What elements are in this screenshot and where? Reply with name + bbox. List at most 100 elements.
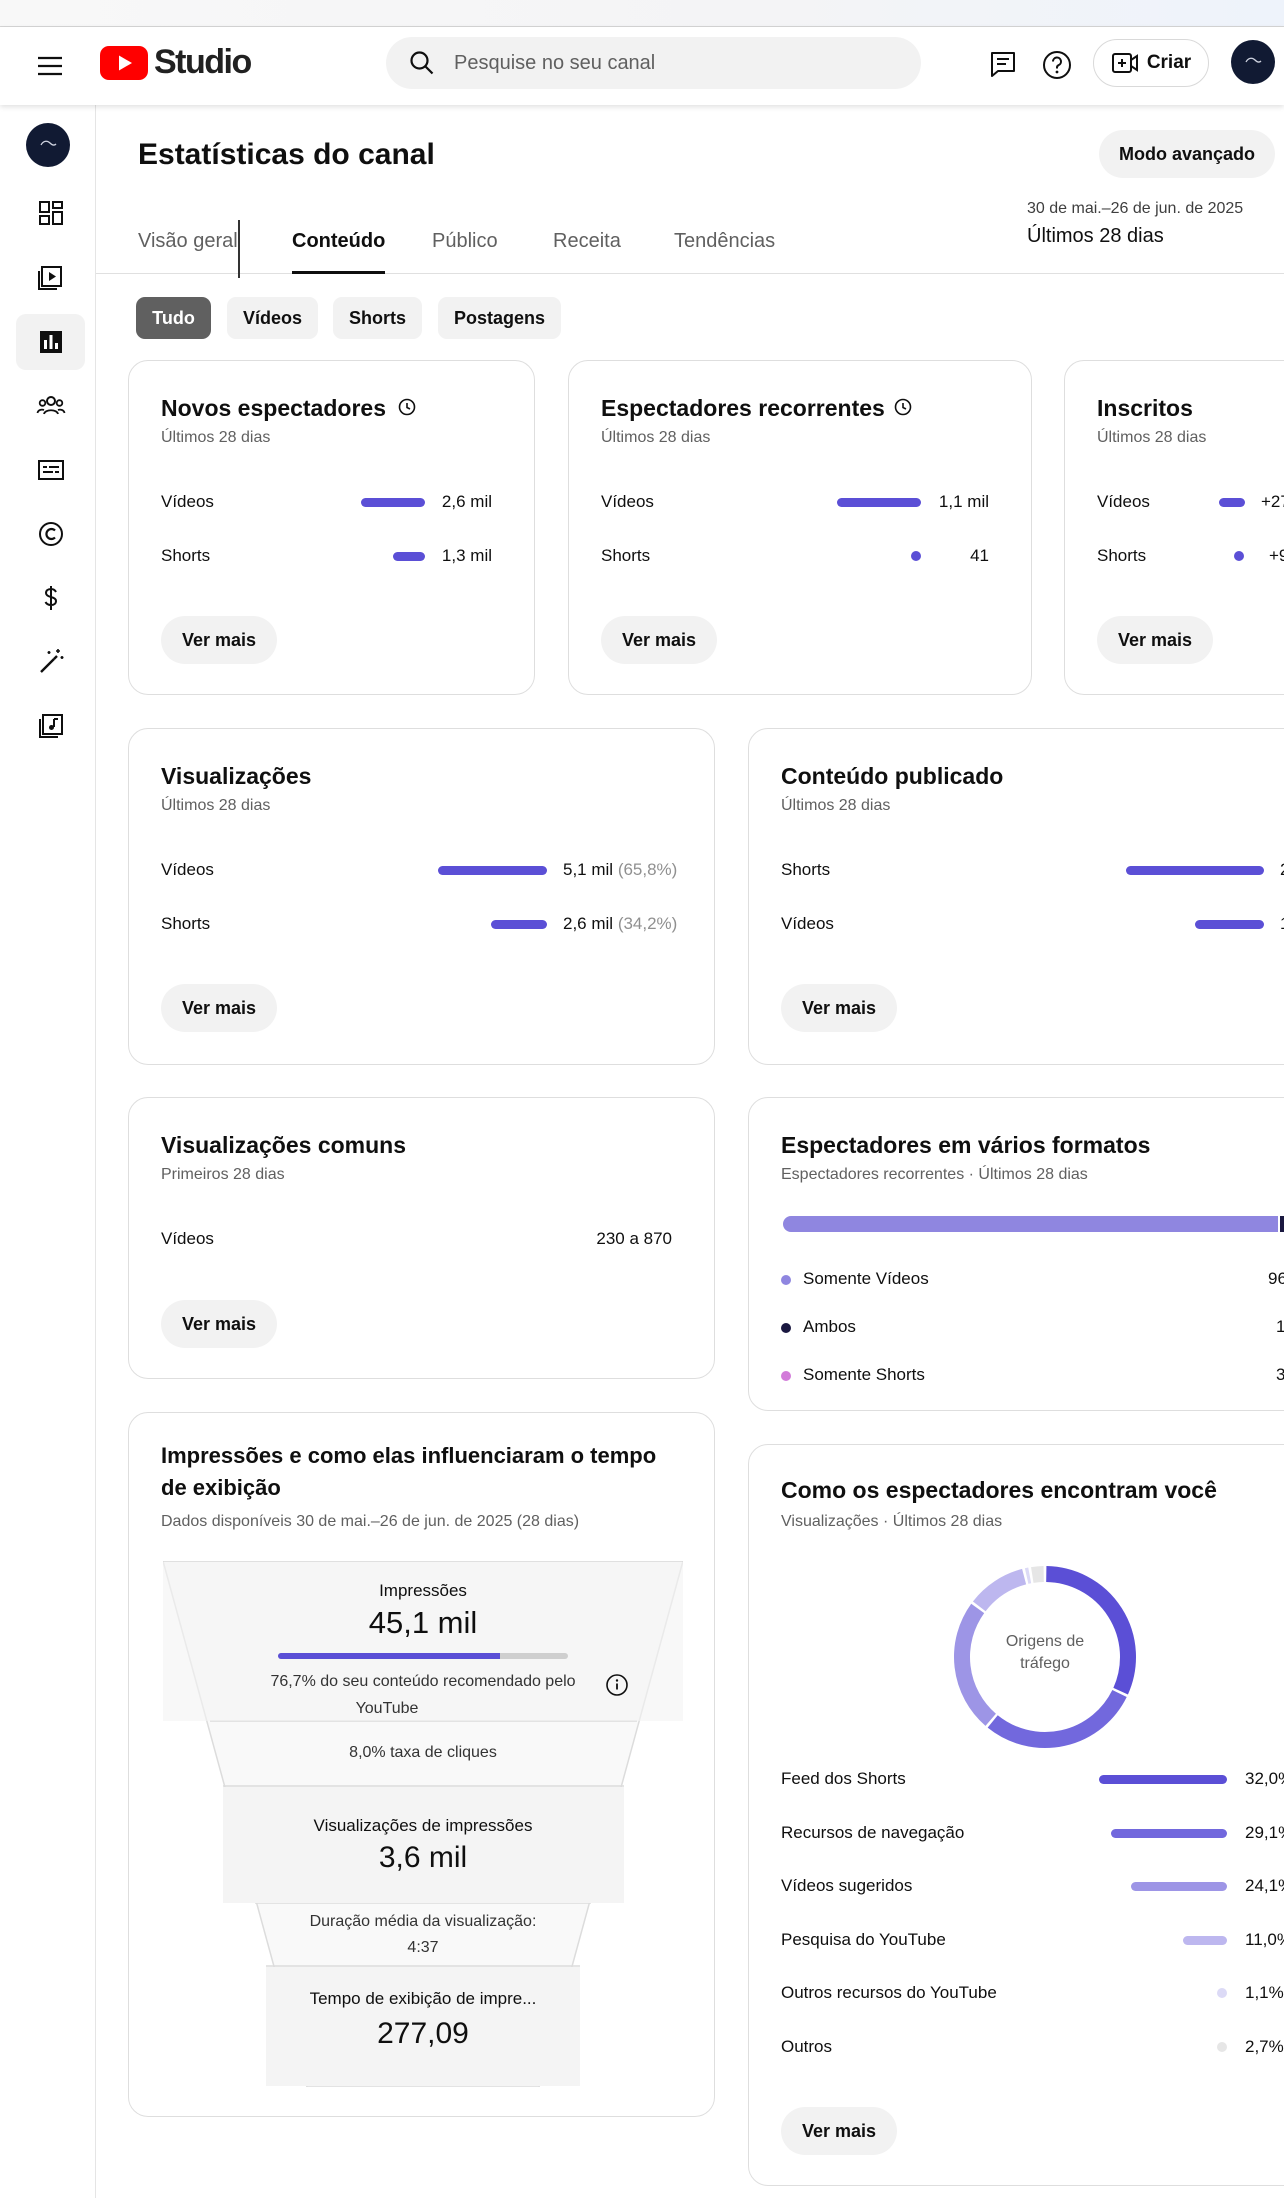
tab-revenue[interactable]: Receita (553, 230, 621, 274)
people-icon (36, 396, 65, 415)
see-more-button[interactable]: Ver mais (601, 616, 717, 664)
clock-icon[interactable] (397, 397, 417, 417)
sidebar-item-analytics[interactable] (16, 314, 85, 370)
value-bar (1219, 498, 1245, 507)
add-video-icon (1111, 53, 1138, 73)
traffic-source-label: Vídeos sugeridos (781, 1876, 913, 1895)
value-bar (361, 498, 425, 507)
sidebar-item-content[interactable] (16, 249, 85, 305)
traffic-source-value: 1,1% (1245, 1983, 1284, 2002)
value-bar (393, 552, 425, 561)
card-subtitle: Últimos 28 dias (1097, 429, 1207, 446)
card-subtitle: Últimos 28 dias (781, 797, 891, 814)
advanced-mode-button[interactable]: Modo avançado (1099, 130, 1275, 178)
row-label: Vídeos (161, 492, 214, 511)
row-value: 2,6 mil (441, 492, 492, 511)
card-title: Visualizações comuns (161, 1132, 407, 1158)
search-input[interactable] (454, 51, 874, 75)
see-more-button[interactable]: Ver mais (781, 2107, 897, 2155)
see-more-button[interactable]: Ver mais (161, 1300, 277, 1348)
traffic-source-value: 2,7% (1245, 2036, 1284, 2056)
donut-slice (1031, 1566, 1044, 1583)
traffic-source-bar (1217, 2041, 1227, 2052)
avg-duration-line1: Duração média da visualização: (309, 1913, 537, 1930)
impressions-value: 45,1 mil (368, 1605, 478, 1640)
sidebar-item-audio-library[interactable] (16, 698, 85, 754)
row-value: 2 (1280, 860, 1284, 880)
magic-wand-icon (39, 649, 63, 673)
sidebar-item-customization[interactable] (16, 634, 85, 690)
create-button[interactable]: Criar (1093, 39, 1209, 87)
sidebar-item-copyright[interactable] (16, 506, 85, 562)
youtube-studio-logo[interactable]: Studio (100, 43, 252, 82)
card-subtitle: Visualizações · Últimos 28 dias (781, 1513, 1003, 1530)
value-dot (911, 551, 921, 561)
sidebar (0, 105, 96, 2198)
recommended-progress-fill (278, 1653, 501, 1659)
card-title-line1: Impressões e como elas influenciaram o t… (161, 1443, 657, 1468)
card-title: Espectadores recorrentes (601, 395, 885, 421)
watch-time-label: Tempo de exibição de impre... (309, 1989, 537, 2008)
chip-posts[interactable]: Postagens (438, 297, 561, 339)
value-bar (438, 866, 547, 875)
impressions-label: Impressões (379, 1581, 467, 1600)
top-bar: Studio Criar (0, 27, 1284, 105)
row-label: Shorts (161, 546, 211, 565)
tab-audience[interactable]: Público (432, 230, 498, 274)
row-value: 1,1 mil (938, 492, 989, 511)
donut-slice (1024, 1567, 1032, 1584)
value-text: 5,1 mil (563, 860, 614, 879)
chip-shorts[interactable]: Shorts (333, 297, 422, 339)
card-subtitle: Últimos 28 dias (601, 429, 711, 446)
sidebar-item-subtitles[interactable] (16, 442, 85, 498)
card-title: Inscritos (1097, 395, 1193, 421)
tab-content[interactable]: Conteúdo (292, 230, 386, 274)
info-icon[interactable] (605, 1673, 629, 1697)
row-value: 230 a 870 (596, 1229, 672, 1248)
chip-all[interactable]: Tudo (136, 297, 211, 339)
avg-duration-line2: 4:37 (407, 1939, 439, 1956)
see-more-button[interactable]: Ver mais (161, 984, 277, 1032)
video-library-icon (37, 266, 62, 290)
see-more-button[interactable]: Ver mais (161, 616, 277, 664)
channel-avatar[interactable] (26, 123, 70, 167)
row-label: Vídeos (161, 860, 214, 879)
see-more-button[interactable]: Ver mais (1097, 616, 1213, 664)
views-card: Visualizações Últimos 28 dias Vídeos 5,1… (128, 728, 715, 1065)
sidebar-item-dashboard[interactable] (16, 185, 85, 241)
see-more-button[interactable]: Ver mais (781, 984, 897, 1032)
sidebar-item-earn[interactable] (16, 570, 85, 626)
help-icon[interactable] (1039, 47, 1075, 83)
menu-icon[interactable] (34, 50, 66, 82)
subtitles-icon (37, 460, 64, 480)
watch-time-value: 277,09 (377, 2017, 469, 2050)
legend-value: 3 (1276, 1365, 1284, 1384)
traffic-source-value: 29,1% (1245, 1822, 1284, 1842)
row-label: Shorts (781, 860, 831, 879)
create-label: Criar (1146, 52, 1192, 73)
tab-overview[interactable]: Visão geral (138, 230, 238, 274)
dollar-icon (44, 586, 57, 610)
page-title: Estatísticas do canal (138, 138, 435, 171)
tab-trends[interactable]: Tendências (674, 230, 775, 274)
row-value: 1 (1280, 914, 1284, 934)
recommended-text-line2: YouTube (355, 1700, 419, 1717)
traffic-source-bar (1099, 1775, 1227, 1784)
clock-icon[interactable] (893, 397, 913, 417)
feedback-icon[interactable] (986, 47, 1020, 81)
multi-format-viewers-card: Espectadores em vários formatos Espectad… (748, 1097, 1284, 1411)
chip-videos[interactable]: Vídeos (227, 297, 318, 339)
segment-both (1280, 1216, 1284, 1232)
card-subtitle: Primeiros 28 dias (161, 1166, 285, 1183)
analytics-icon (39, 331, 62, 353)
value-bar (491, 920, 547, 929)
impression-views-label: Visualizações de impressões (313, 1816, 533, 1835)
traffic-source-label: Feed dos Shorts (781, 1769, 906, 1788)
search-box[interactable] (386, 37, 921, 89)
account-avatar[interactable] (1231, 40, 1275, 84)
sidebar-item-community[interactable] (16, 378, 85, 434)
row-value: +27 (1261, 492, 1284, 511)
date-range-text[interactable]: 30 de mai.–26 de jun. de 2025 (1027, 200, 1243, 218)
returning-viewers-card: Espectadores recorrentes Últimos 28 dias… (568, 360, 1032, 695)
card-title-line2: de exibição (161, 1475, 281, 1500)
